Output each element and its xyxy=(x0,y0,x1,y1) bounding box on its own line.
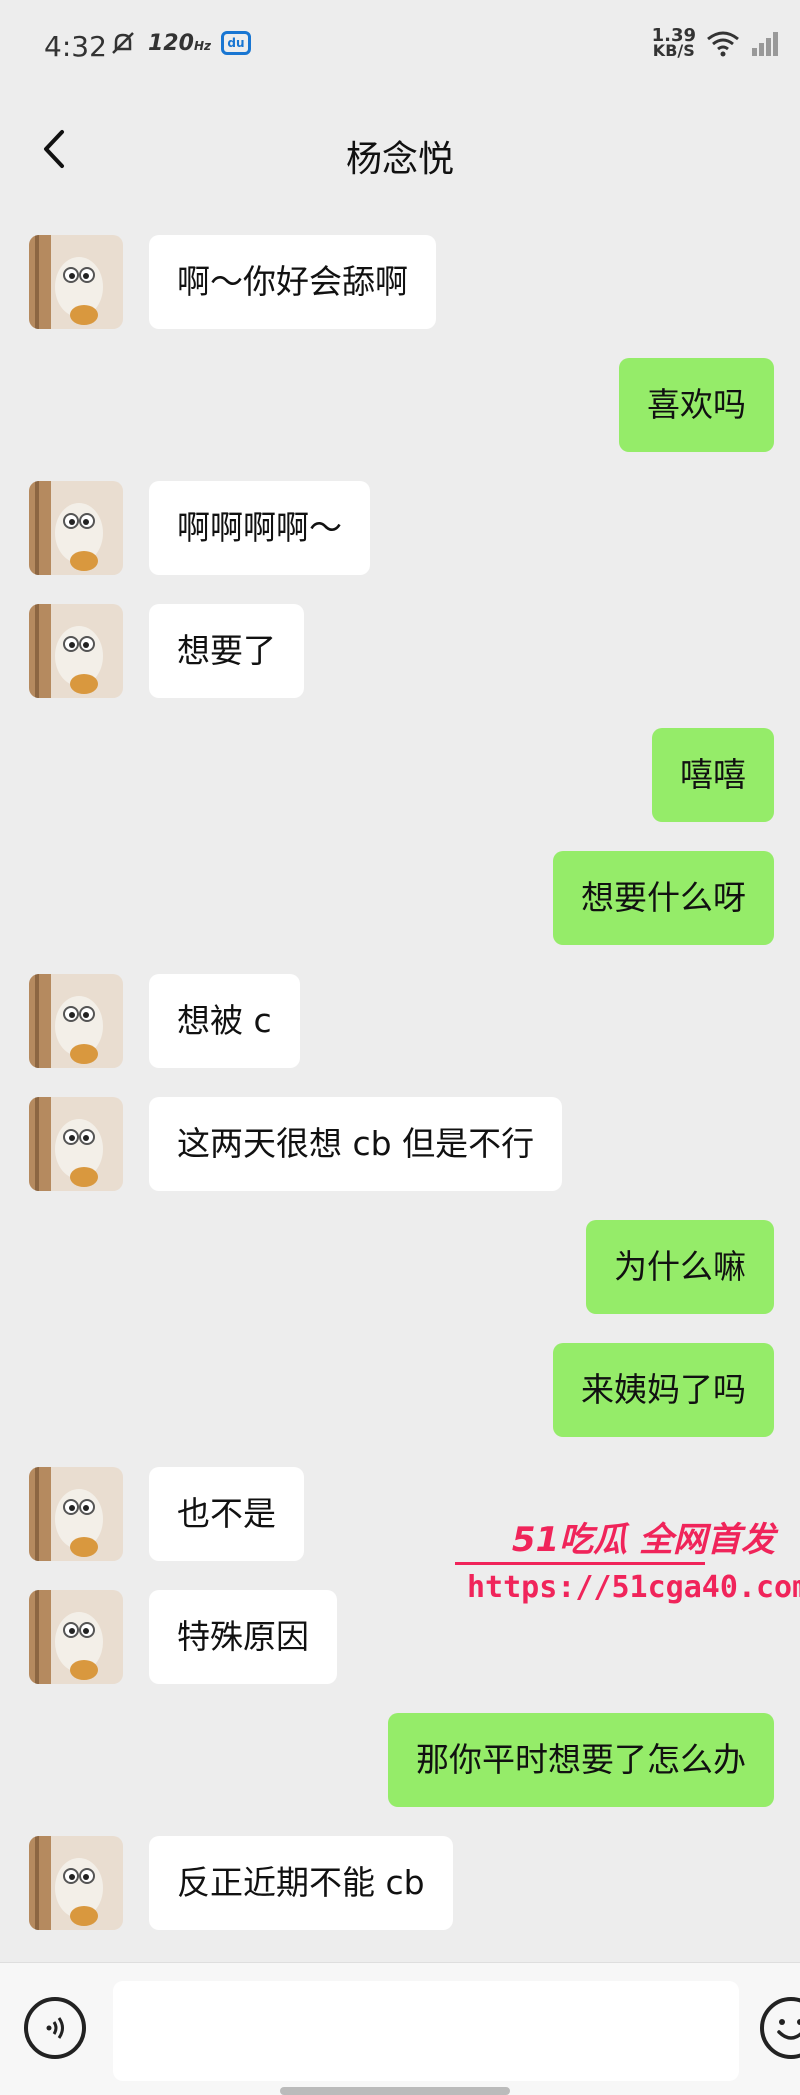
message-bubble-incoming[interactable]: 这两天很想 cb 但是不行 xyxy=(149,1097,563,1191)
message-bubble-incoming[interactable]: 特殊原因 xyxy=(149,1590,337,1684)
avatar-image xyxy=(29,481,123,575)
avatar-image xyxy=(29,974,123,1068)
watermark-line xyxy=(455,1562,705,1565)
contact-avatar[interactable] xyxy=(29,481,123,575)
status-time: 4:32 xyxy=(44,30,107,63)
contact-avatar[interactable] xyxy=(29,1467,123,1561)
emoji-icon xyxy=(777,2019,800,2040)
contact-avatar[interactable] xyxy=(29,1836,123,1930)
contact-avatar[interactable] xyxy=(29,974,123,1068)
watermark-url: https://51cga40.com xyxy=(467,1570,800,1605)
message-bubble-outgoing[interactable]: 喜欢吗 xyxy=(619,358,774,452)
emoji-button[interactable] xyxy=(760,1997,800,2059)
avatar-image xyxy=(29,1467,123,1561)
network-speed: 1.39 KB/S xyxy=(651,25,696,60)
wifi-icon xyxy=(707,31,739,57)
contact-avatar[interactable] xyxy=(29,235,123,329)
message-bubble-outgoing[interactable]: 来姨妈了吗 xyxy=(553,1343,774,1437)
voice-button[interactable] xyxy=(24,1997,86,2059)
message-bubble-outgoing[interactable]: 想要什么呀 xyxy=(553,851,774,945)
message-input[interactable] xyxy=(113,1981,739,2081)
mute-bell-icon xyxy=(112,32,134,54)
message-bubble-incoming[interactable]: 啊～你好会舔啊 xyxy=(149,235,436,329)
watermark: 51吃瓜 全网首发 https://51cga40.com xyxy=(455,1512,800,1622)
input-bar xyxy=(0,1962,800,2095)
status-right-icons: 1.39 KB/S xyxy=(651,25,780,60)
message-bubble-incoming[interactable]: 也不是 xyxy=(149,1467,304,1561)
refresh-rate: 120Hz xyxy=(148,30,211,56)
voice-icon xyxy=(46,2017,64,2039)
contact-avatar[interactable] xyxy=(29,1590,123,1684)
message-bubble-outgoing[interactable]: 嘻嘻 xyxy=(652,728,774,822)
avatar-image xyxy=(29,1097,123,1191)
contact-avatar[interactable] xyxy=(29,1097,123,1191)
avatar-image xyxy=(29,1590,123,1684)
watermark-brand: 51吃瓜 全网首发 xyxy=(511,1520,775,1560)
chat-title: 杨念悦 xyxy=(345,139,454,180)
app-badge-icon: du xyxy=(220,31,251,55)
contact-avatar[interactable] xyxy=(29,604,123,698)
message-bubble-incoming[interactable]: 想被 c xyxy=(149,974,300,1068)
status-left-icons: 120Hz du xyxy=(108,28,251,58)
message-bubble-outgoing[interactable]: 为什么嘛 xyxy=(586,1220,774,1314)
avatar-image xyxy=(29,1836,123,1930)
message-bubble-incoming[interactable]: 啊啊啊啊～ xyxy=(149,481,370,575)
chat-header: 杨念悦 xyxy=(0,96,800,206)
avatar-image xyxy=(29,604,123,698)
message-bubble-outgoing[interactable]: 那你平时想要了怎么办 xyxy=(388,1713,774,1807)
signal-icon xyxy=(752,32,778,56)
avatar-image xyxy=(29,235,123,329)
message-bubble-incoming[interactable]: 想要了 xyxy=(149,604,304,698)
message-bubble-incoming[interactable]: 反正近期不能 cb xyxy=(149,1836,453,1930)
status-bar: 4:32 120Hz du 1.39 KB/S xyxy=(0,0,800,96)
